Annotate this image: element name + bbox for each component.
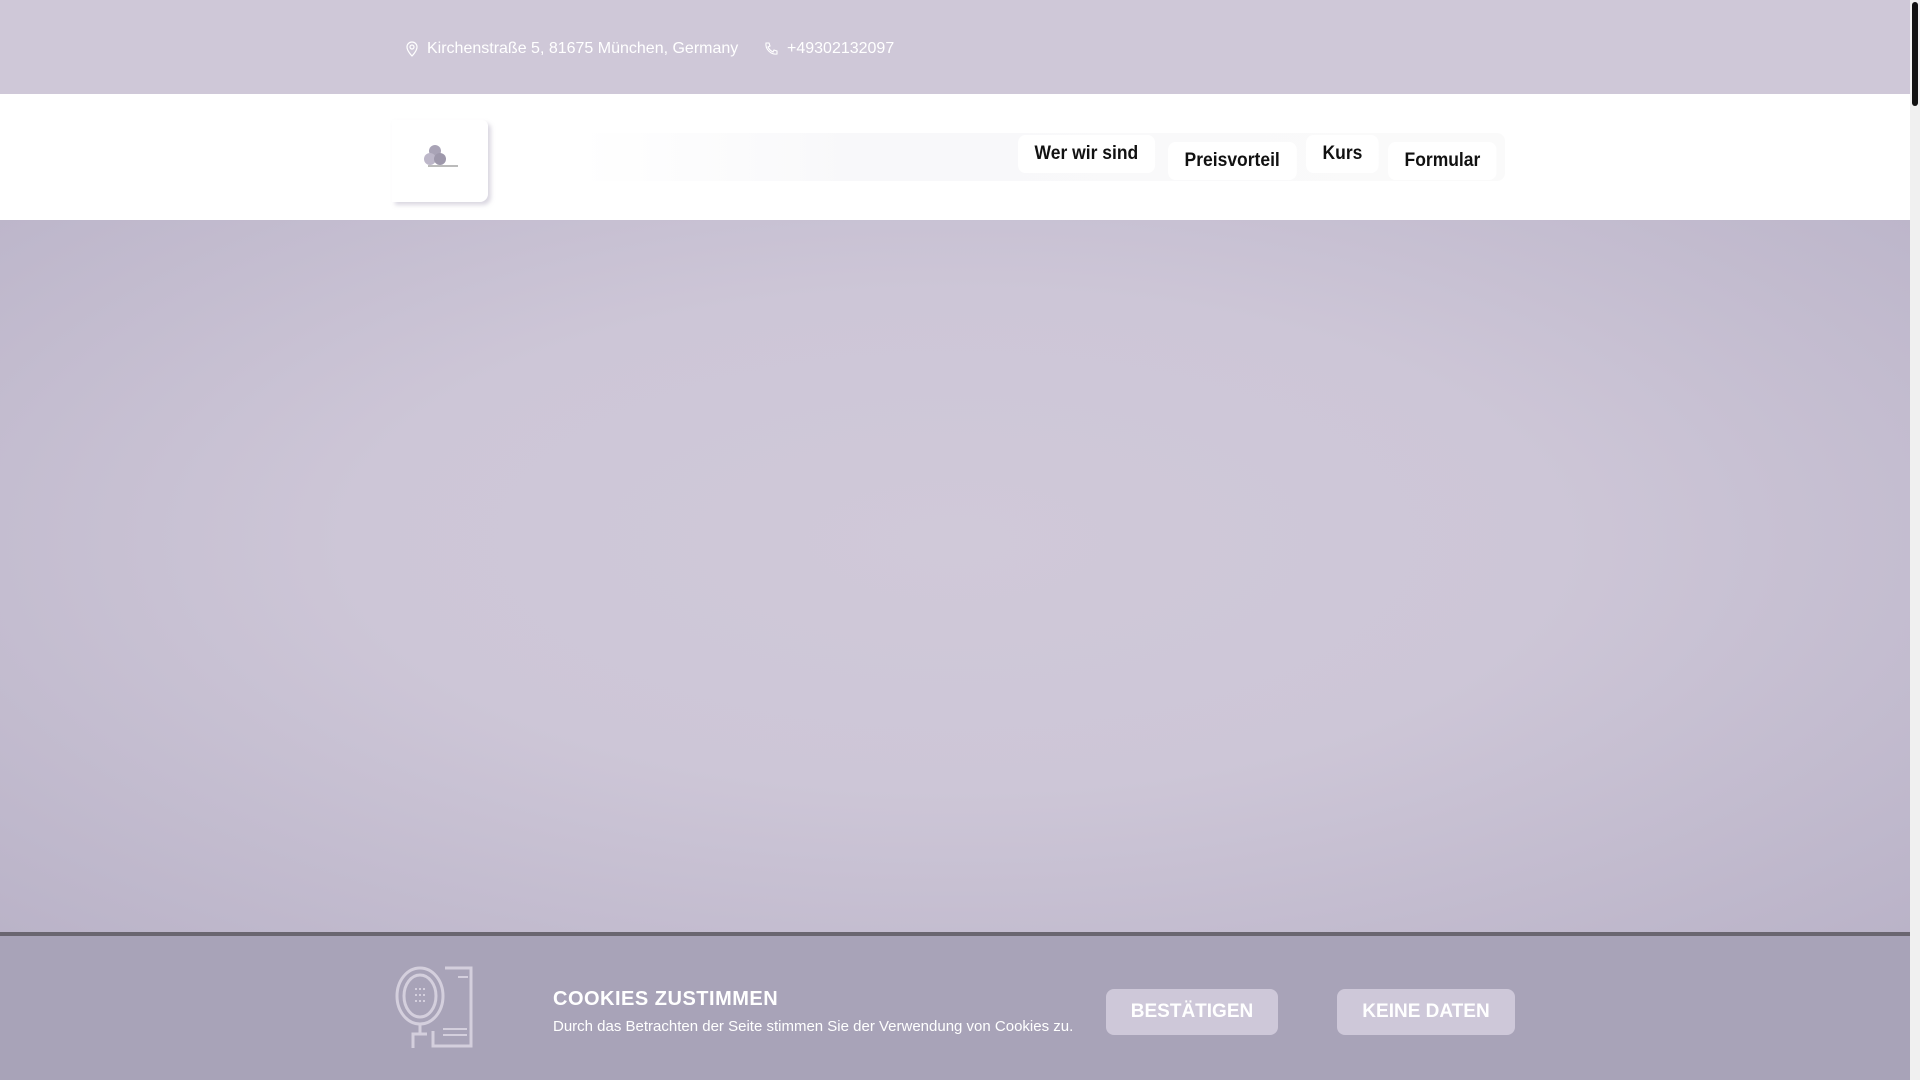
- site-logo[interactable]: [392, 120, 488, 202]
- nav-item-kurs[interactable]: Kurs: [1306, 135, 1379, 173]
- accept-cookies-button[interactable]: BESTÄTIGEN: [1106, 989, 1278, 1035]
- scrollbar[interactable]: [1910, 0, 1920, 1080]
- nav-item-wer-wir-sind[interactable]: Wer wir sind: [1018, 135, 1155, 173]
- address: Kirchenstraße 5, 81675 München, Germany: [405, 40, 738, 58]
- phone-icon: [765, 42, 778, 55]
- phone-text[interactable]: +49302132097: [787, 40, 894, 58]
- nav-item-formular[interactable]: Formular: [1388, 142, 1497, 180]
- cookie-title: COOKIES ZUSTIMMEN: [553, 988, 779, 1010]
- map-pin-icon: [406, 41, 418, 57]
- cookie-banner: COOKIES ZUSTIMMEN Durch das Betrachten d…: [0, 932, 1910, 1080]
- address-text: Kirchenstraße 5, 81675 München, Germany: [427, 40, 739, 57]
- cookie-text: Durch das Betrachten der Seite stimmen S…: [553, 1018, 1074, 1035]
- decline-cookies-button[interactable]: KEINE DATEN: [1337, 989, 1515, 1035]
- phone[interactable]: +49302132097: [763, 40, 894, 58]
- scrollbar-thumb[interactable]: [1912, 2, 1918, 106]
- nav-item-preisvorteil[interactable]: Preisvorteil: [1168, 142, 1297, 180]
- cookie-icon: [395, 966, 473, 1048]
- top-contact-bar: Kirchenstraße 5, 81675 München, Germany …: [0, 0, 1910, 94]
- hero-section: [0, 220, 1910, 932]
- logo-icon: [424, 145, 458, 167]
